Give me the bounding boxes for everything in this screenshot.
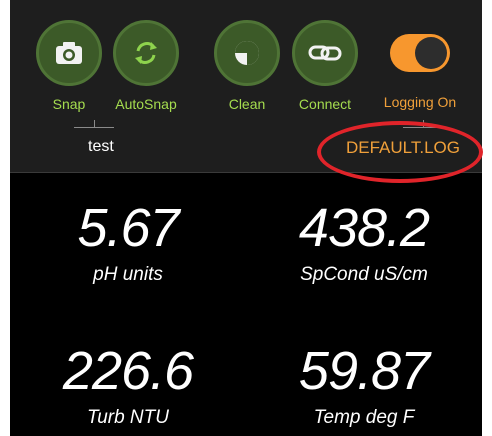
- logging-label: Logging On: [383, 94, 457, 110]
- snap-button-circle[interactable]: [36, 20, 102, 86]
- reading-turbidity: 226.6 Turb NTU: [10, 341, 246, 429]
- reading-unit: pH units: [93, 264, 163, 285]
- logging-toggle[interactable]: [390, 34, 450, 72]
- wiper-icon: [235, 41, 259, 65]
- session-tick-stem: [94, 120, 95, 128]
- camera-icon: [56, 42, 82, 64]
- clean-button-circle[interactable]: [214, 20, 280, 86]
- toggle-knob: [415, 37, 447, 69]
- reading-ph: 5.67 pH units: [10, 198, 246, 286]
- connect-label: Connect: [298, 96, 352, 112]
- clean-button[interactable]: Clean: [212, 20, 282, 112]
- autosnap-label: AutoSnap: [115, 96, 177, 112]
- reading-temperature: 59.87 Temp deg F: [246, 341, 482, 429]
- connect-button-circle[interactable]: [292, 20, 358, 86]
- reading-unit: Temp deg F: [313, 407, 415, 428]
- link-icon: [308, 45, 342, 61]
- snap-label: Snap: [52, 96, 86, 112]
- logging-toggle-group: Logging On: [379, 34, 461, 110]
- autosnap-button[interactable]: AutoSnap: [110, 20, 182, 112]
- reading-value: 226.6: [62, 341, 194, 401]
- reading-unit: Turb NTU: [87, 407, 169, 428]
- logfile-highlight-ellipse: [317, 121, 483, 183]
- reading-value: 438.2: [298, 198, 430, 258]
- autosnap-button-circle[interactable]: [113, 20, 179, 86]
- reading-unit: SpCond uS/cm: [300, 264, 428, 285]
- snap-button[interactable]: Snap: [34, 20, 104, 112]
- refresh-icon: [135, 42, 157, 64]
- session-name[interactable]: test: [88, 138, 114, 156]
- clean-label: Clean: [228, 96, 266, 112]
- reading-spcond: 438.2 SpCond uS/cm: [246, 198, 482, 286]
- reading-value: 5.67: [77, 198, 179, 258]
- app-frame: Snap AutoSnap Clean Connect Logging On t…: [0, 0, 492, 436]
- connect-button[interactable]: Connect: [290, 20, 360, 112]
- reading-value: 59.87: [298, 341, 430, 401]
- app-screen: Snap AutoSnap Clean Connect Logging On t…: [10, 0, 482, 436]
